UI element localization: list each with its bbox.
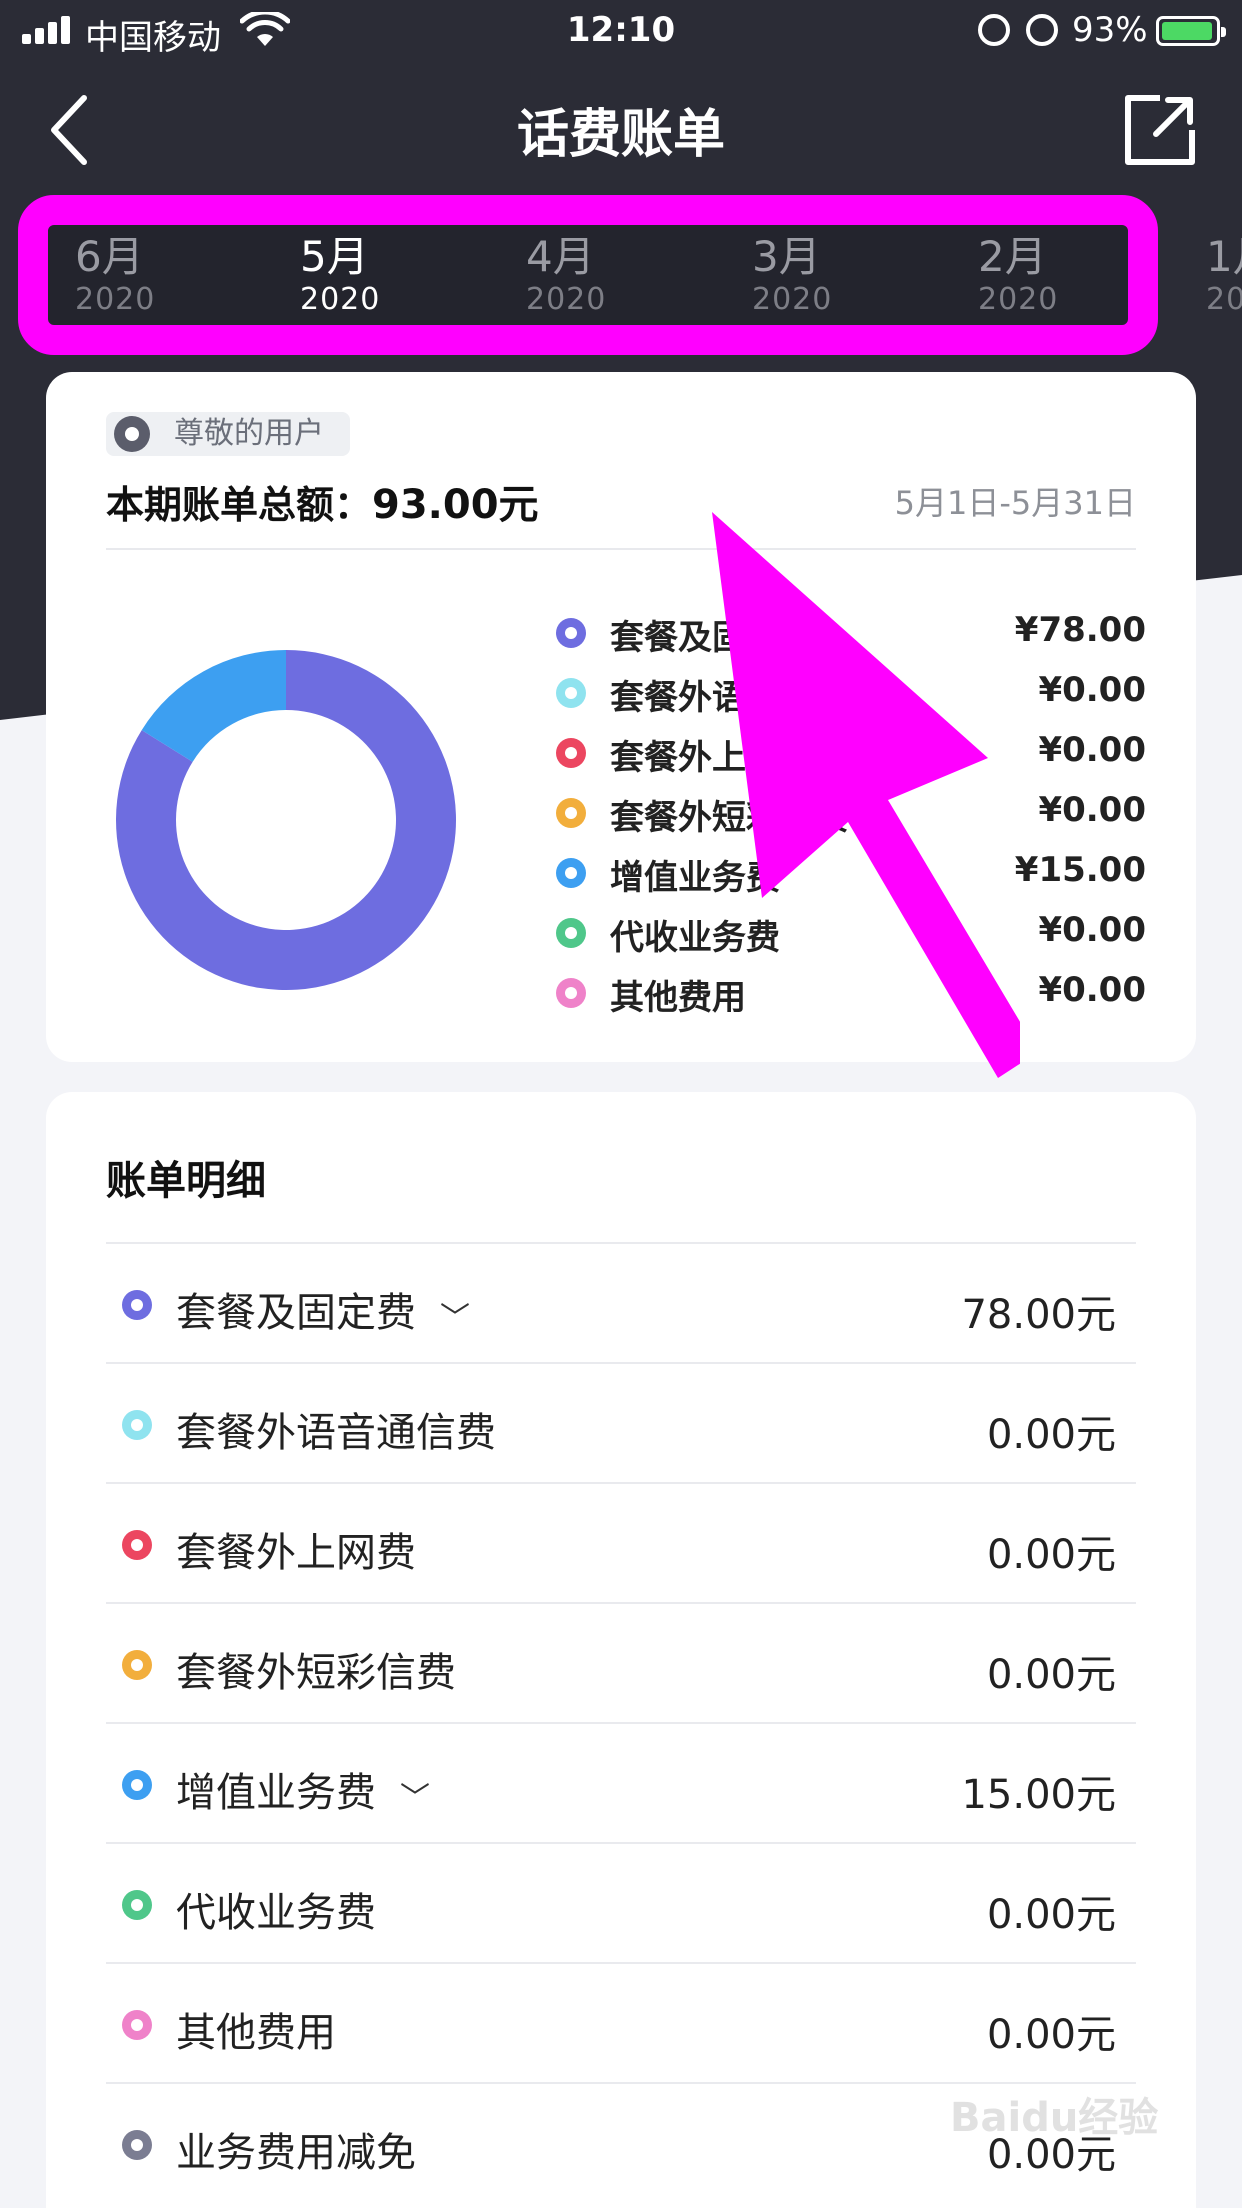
tab-month-5[interactable]: 5月 2020 [300, 232, 500, 318]
detail-label-text: 代收业务费 [176, 1890, 376, 1936]
legend-dot-icon [556, 738, 586, 768]
user-label: 尊敬的用户 [174, 416, 324, 451]
detail-list: 套餐及固定费 ﹀ 78.00元 套餐外语音通信费 0.00元 套餐外上网费 0.00元 套餐外… [106, 1242, 1136, 2202]
legend-value: ¥0.00 [1038, 790, 1146, 830]
detail-label: 业务费用减免 [176, 2120, 416, 2178]
page-title: 话费账单 [516, 105, 725, 165]
detail-row: 其他费用 0.00元 [106, 1962, 1136, 2082]
total-label-text: 本期账单总额： [106, 483, 373, 527]
tab-month-4[interactable]: 4月 2020 [526, 232, 726, 318]
chevron-down-icon[interactable]: ﹀ [440, 1293, 470, 1337]
detail-row: 代收业务费 0.00元 [106, 1842, 1136, 1962]
detail-value: 0.00元 [986, 1652, 1116, 1698]
legend-value: ¥0.00 [1038, 970, 1146, 1010]
alarm-icon [1026, 14, 1058, 46]
detail-row[interactable]: 套餐及固定费 ﹀ 78.00元 [106, 1242, 1136, 1362]
category-dot-icon [122, 2010, 152, 2040]
tab-month-label: 3月 [752, 232, 821, 281]
legend-value: ¥78.00 [1014, 610, 1146, 650]
legend-value: ¥0.00 [1038, 910, 1146, 950]
tab-year-label: 2020 [752, 282, 833, 317]
watermark: Baidu经验 [950, 2095, 1159, 2141]
category-dot-icon [122, 1770, 152, 1800]
detail-row[interactable]: 增值业务费 ﹀ 15.00元 [106, 1722, 1136, 1842]
detail-label-text: 其他费用 [176, 2010, 336, 2056]
status-bar: 中国移动 12:10 93% [0, 0, 1242, 62]
tab-month-2[interactable]: 2月 2020 [978, 232, 1178, 318]
tab-month-label: 5月 [300, 232, 369, 281]
detail-label-text: 套餐外短彩信费 [176, 1650, 456, 1696]
detail-label: 代收业务费 [176, 1880, 376, 1938]
annotation-arrow [712, 512, 1020, 1078]
total-label: 本期账单总额：93.00元 [106, 472, 539, 530]
legend-dot-icon [556, 678, 586, 708]
battery-percent: 93% [1072, 10, 1148, 50]
legend-dot-icon [556, 858, 586, 888]
detail-value: 15.00元 [961, 1772, 1116, 1818]
tab-month-label: 2月 [978, 232, 1047, 281]
battery-icon [1156, 16, 1226, 46]
detail-value: 0.00元 [986, 1532, 1116, 1578]
detail-label: 套餐外语音通信费 [176, 1400, 496, 1458]
user-icon [114, 416, 150, 452]
user-badge: 尊敬的用户 [106, 412, 350, 456]
tab-month-3[interactable]: 3月 2020 [752, 232, 952, 318]
category-dot-icon [122, 1530, 152, 1560]
detail-label-text: 套餐外上网费 [176, 1530, 416, 1576]
tab-month-label: 4月 [526, 232, 595, 281]
total-amount: 93.00元 [372, 482, 539, 528]
legend-dot-icon [556, 918, 586, 948]
category-dot-icon [122, 1410, 152, 1440]
category-dot-icon [122, 1290, 152, 1320]
legend-dot-icon [556, 798, 586, 828]
tab-month-1[interactable]: 1月 2020 [1206, 232, 1242, 318]
tab-year-label: 2020 [75, 282, 156, 317]
detail-label-text: 增值业务费 [176, 1770, 376, 1816]
fee-donut-chart [116, 650, 456, 990]
detail-value: 0.00元 [986, 1412, 1116, 1458]
legend-dot-icon [556, 978, 586, 1008]
legend-dot-icon [556, 618, 586, 648]
category-dot-icon [122, 2130, 152, 2160]
bill-summary-card: 尊敬的用户 本期账单总额：93.00元 5月1日-5月31日 套餐及固定费 ¥78… [46, 372, 1196, 1062]
tab-year-label: 2020 [300, 282, 381, 317]
legend-value: ¥15.00 [1014, 850, 1146, 890]
detail-label-text: 业务费用减免 [176, 2130, 416, 2176]
detail-label: 套餐及固定费 ﹀ [176, 1280, 470, 1338]
detail-label: 套餐外上网费 [176, 1520, 416, 1578]
detail-row: 套餐外短彩信费 0.00元 [106, 1602, 1136, 1722]
tab-year-label: 2020 [526, 282, 607, 317]
legend-value: ¥0.00 [1038, 730, 1146, 770]
rotation-lock-icon [978, 14, 1010, 46]
detail-label: 套餐外短彩信费 [176, 1640, 456, 1698]
tab-month-label: 6月 [75, 232, 144, 281]
category-dot-icon [122, 1650, 152, 1680]
category-dot-icon [122, 1890, 152, 1920]
detail-label-text: 套餐及固定费 [176, 1290, 416, 1336]
detail-value: 78.00元 [961, 1292, 1116, 1338]
share-icon[interactable] [1120, 90, 1200, 170]
detail-row: 套餐外语音通信费 0.00元 [106, 1362, 1136, 1482]
detail-row: 套餐外上网费 0.00元 [106, 1482, 1136, 1602]
detail-value: 0.00元 [986, 1892, 1116, 1938]
detail-label: 其他费用 [176, 2000, 336, 2058]
tab-month-label: 1月 [1206, 232, 1242, 281]
detail-title: 账单明细 [106, 1158, 266, 1204]
detail-label: 增值业务费 ﹀ [176, 1760, 430, 1818]
bill-detail-card: 账单明细 套餐及固定费 ﹀ 78.00元 套餐外语音通信费 0.00元 套餐外上网费 0.0… [46, 1092, 1196, 2208]
detail-value: 0.00元 [986, 2012, 1116, 2058]
tab-year-label: 2020 [1206, 282, 1242, 317]
detail-label-text: 套餐外语音通信费 [176, 1410, 496, 1456]
tab-month-6[interactable]: 6月 2020 [75, 232, 275, 318]
legend-value: ¥0.00 [1038, 670, 1146, 710]
chevron-down-icon[interactable]: ﹀ [400, 1773, 430, 1817]
tab-year-label: 2020 [978, 282, 1059, 317]
